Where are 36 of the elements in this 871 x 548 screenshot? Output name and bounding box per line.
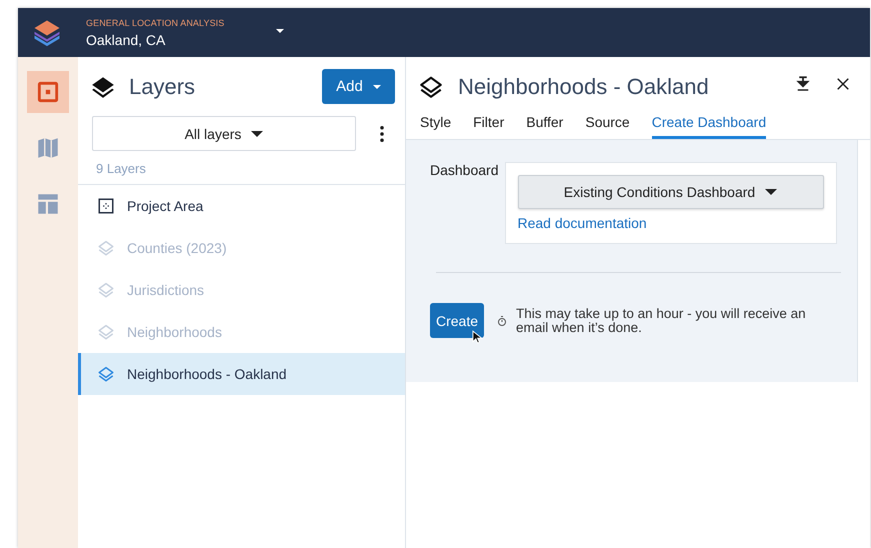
tab[interactable]: Source [585,110,630,139]
caret-icon [276,28,284,32]
field-label: Dashboard [430,162,498,180]
tab[interactable]: Filter [473,110,504,139]
dashboard-dropdown[interactable]: Existing Conditions Dashboard [518,175,824,209]
documentation-link[interactable]: Read documentation [518,215,647,231]
layers-icon [418,74,444,100]
create-button[interactable]: Create [430,303,484,338]
caret-icon [251,130,264,136]
tab[interactable]: Style [420,110,452,139]
panel-title: Neighborhoods - Oakland [458,74,710,100]
layer-item[interactable]: Neighborhoods - Oakland [78,353,405,395]
layers-icon [97,281,115,299]
tab[interactable]: Buffer [526,110,564,139]
layers-icon [97,239,115,257]
caret-icon [372,84,381,88]
add-button[interactable]: Add [322,69,395,104]
download-icon [794,75,812,93]
cursor-icon [470,329,484,345]
timer-icon [496,314,508,326]
layer-count: 9 Layers [78,151,405,185]
project-name: Oakland, CA [86,32,166,48]
project-selector[interactable]: GENERAL LOCATION ANALYSIS Oakland, CA [86,18,284,48]
layers-icon [97,365,115,383]
layer-filter-dropdown[interactable]: All layers [92,116,356,151]
logo-icon [32,18,62,48]
layers-icon [97,323,115,341]
panel-title: Layers [129,74,196,100]
more-icon [380,126,384,142]
area-icon [97,197,115,215]
rail-button[interactable] [27,71,69,113]
layer-item[interactable]: Project Area [78,185,405,227]
info-text: This may take up to an hour - you will receive an email when it’s done. [516,306,807,334]
square-icon [35,79,61,105]
caret-icon [765,189,778,195]
app-subtitle: GENERAL LOCATION ANALYSIS [86,18,224,28]
